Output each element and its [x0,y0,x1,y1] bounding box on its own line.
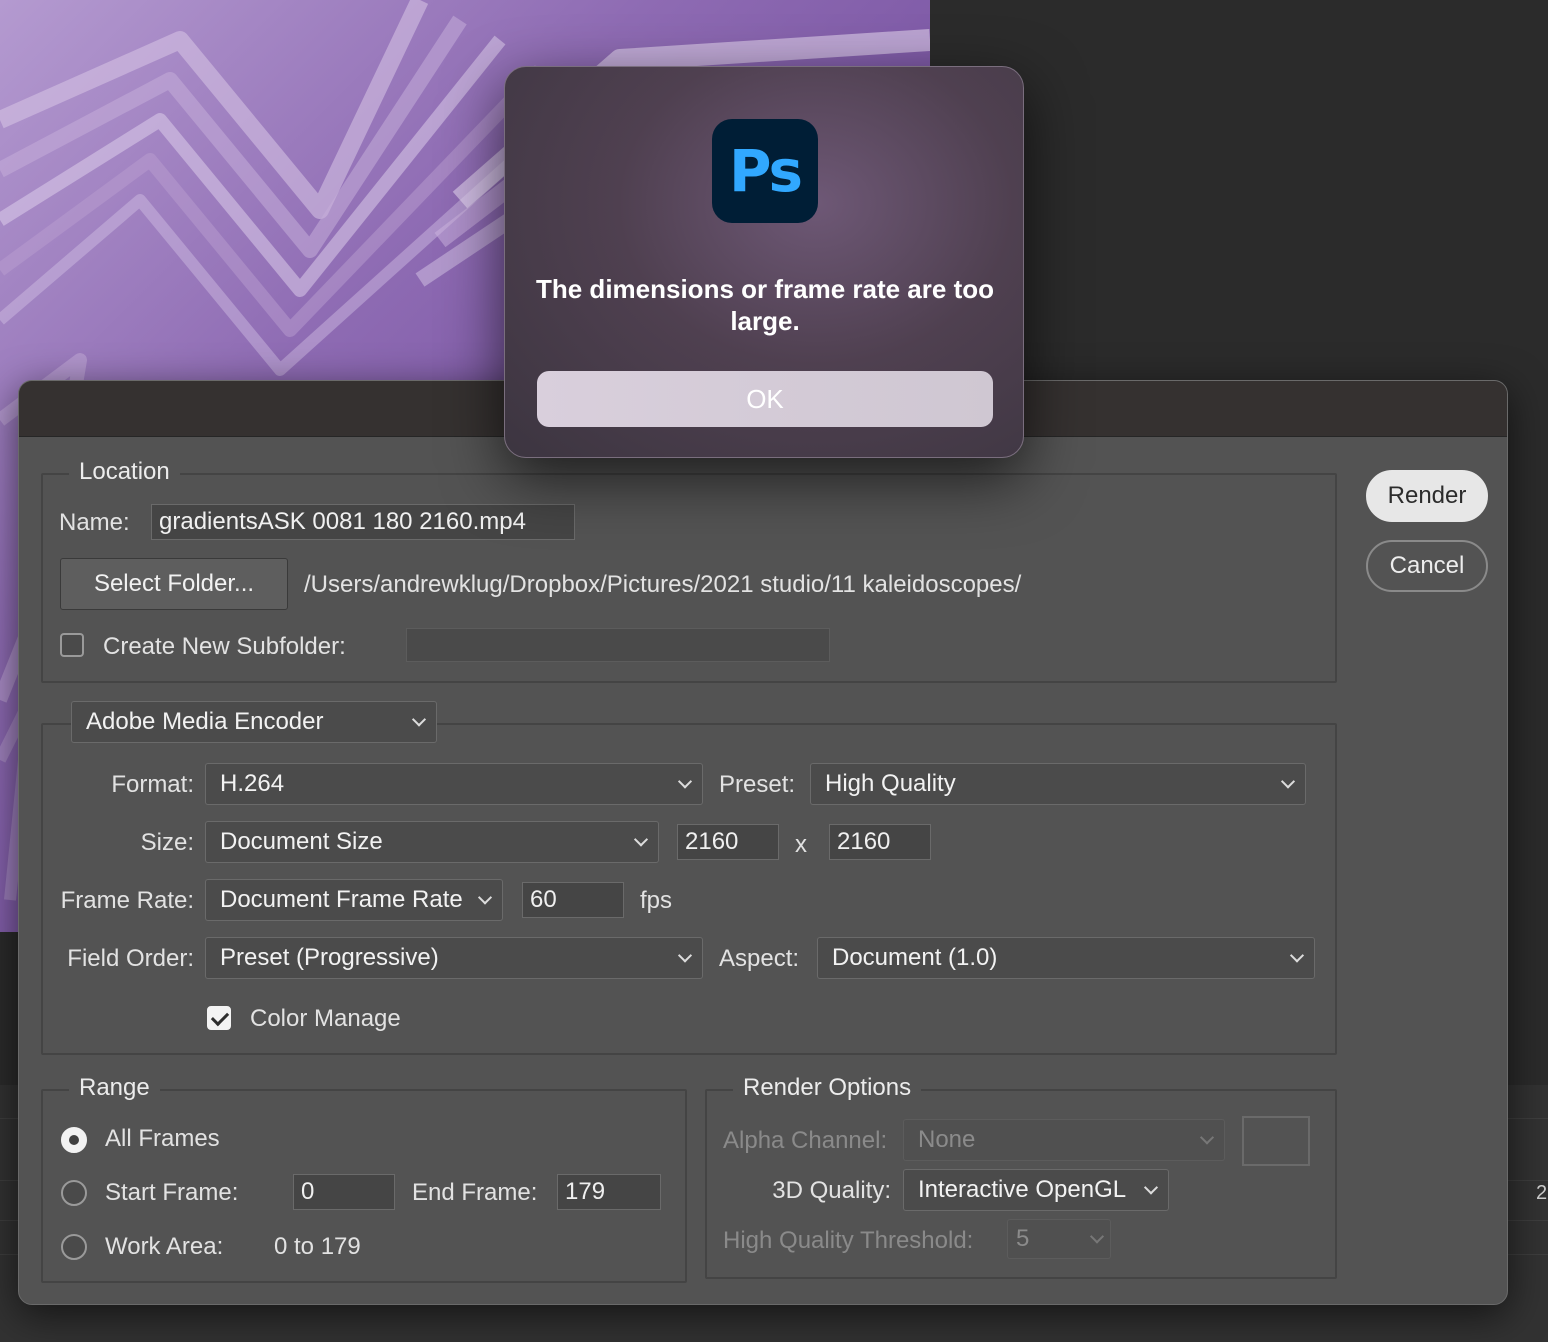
error-alert: Ps The dimensions or frame rate are too … [504,66,1024,458]
preset-select[interactable]: High Quality [810,763,1306,805]
encoder-select-value: Adobe Media Encoder [86,708,324,735]
select-folder-button[interactable]: Select Folder... [60,558,288,610]
ok-button[interactable]: OK [537,371,993,427]
3d-quality-label: 3D Quality: [772,1177,891,1204]
work-area-label: Work Area: [105,1233,224,1260]
name-label: Name: [59,509,130,536]
name-input[interactable]: gradientsASK 0081 180 2160.mp4 [151,504,575,540]
3d-quality-select[interactable]: Interactive OpenGL [903,1169,1169,1211]
chevron-down-icon [1199,1130,1215,1145]
size-select[interactable]: Document Size [205,821,659,863]
chevron-down-icon [677,774,693,789]
cancel-button[interactable]: Cancel [1366,540,1488,592]
render-button[interactable]: Render [1366,470,1488,522]
fps-unit: fps [640,887,673,914]
photoshop-icon-text: Ps [728,137,803,205]
matte-color-swatch[interactable] [1242,1116,1310,1166]
work-area-value: 0 to 179 [274,1233,361,1260]
color-manage-label: Color Manage [250,1005,401,1032]
chevron-down-icon [411,712,427,727]
frame-rate-select[interactable]: Document Frame Rate [205,879,503,921]
chevron-down-icon [1143,1180,1159,1195]
frame-rate-label: Frame Rate: [60,887,194,914]
size-select-value: Document Size [220,828,383,855]
field-order-label: Field Order: [67,945,194,972]
end-frame-input[interactable]: 179 [557,1174,661,1210]
field-order-select-value: Preset (Progressive) [220,944,439,971]
alpha-channel-label: Alpha Channel: [723,1127,888,1154]
high-quality-threshold-value: 5 [1016,1225,1030,1252]
height-input[interactable]: 2160 [829,824,931,860]
preset-select-value: High Quality [825,770,956,797]
size-separator: x [795,831,807,858]
aspect-select[interactable]: Document (1.0) [817,937,1315,979]
format-select-value: H.264 [220,770,285,797]
folder-path: /Users/andrewklug/Dropbox/Pictures/2021 … [304,571,1022,598]
width-input[interactable]: 2160 [677,824,779,860]
fps-input[interactable]: 60 [522,882,624,918]
format-select[interactable]: H.264 [205,763,703,805]
subfolder-name-input[interactable] [406,628,830,662]
end-frame-label: End Frame: [412,1179,538,1206]
high-quality-threshold-select[interactable]: 5 [1007,1219,1111,1259]
chevron-down-icon [1089,1229,1105,1244]
start-frame-input[interactable]: 0 [293,1174,395,1210]
3d-quality-select-value: Interactive OpenGL [918,1176,1127,1203]
create-subfolder-label: Create New Subfolder: [103,633,346,660]
format-label: Format: [111,771,194,798]
aspect-label: Aspect: [719,945,800,972]
color-manage-checkbox[interactable] [207,1006,231,1030]
all-frames-radio[interactable] [61,1127,87,1153]
render-options-title: Render Options [733,1074,922,1102]
alpha-channel-select-value: None [918,1126,976,1153]
preset-label: Preset: [719,771,796,798]
frame-rate-select-value: Document Frame Rate [220,886,463,913]
start-frame-label: Start Frame: [105,1179,239,1206]
chevron-down-icon [477,890,493,905]
alpha-channel-select[interactable]: None [903,1119,1225,1161]
render-video-dialog: Location Name: gradientsASK 0081 180 216… [18,380,1508,1305]
photoshop-app-icon: Ps [712,119,818,223]
high-quality-threshold-label: High Quality Threshold: [723,1227,974,1254]
chevron-down-icon [633,832,649,847]
all-frames-label: All Frames [105,1125,220,1152]
field-order-select[interactable]: Preset (Progressive) [205,937,703,979]
start-frame-radio[interactable] [61,1180,87,1206]
location-title: Location [69,458,180,486]
work-area-radio[interactable] [61,1234,87,1260]
create-subfolder-checkbox[interactable] [60,633,84,657]
range-title: Range [69,1074,160,1102]
aspect-select-value: Document (1.0) [832,944,998,971]
chevron-down-icon [1289,948,1305,963]
alert-message: The dimensions or frame rate are too lar… [535,274,994,336]
chevron-down-icon [1280,774,1296,789]
encoder-select[interactable]: Adobe Media Encoder [71,701,437,743]
chevron-down-icon [677,948,693,963]
timeline-label: 2 [1536,1182,1548,1204]
size-label: Size: [140,829,194,856]
